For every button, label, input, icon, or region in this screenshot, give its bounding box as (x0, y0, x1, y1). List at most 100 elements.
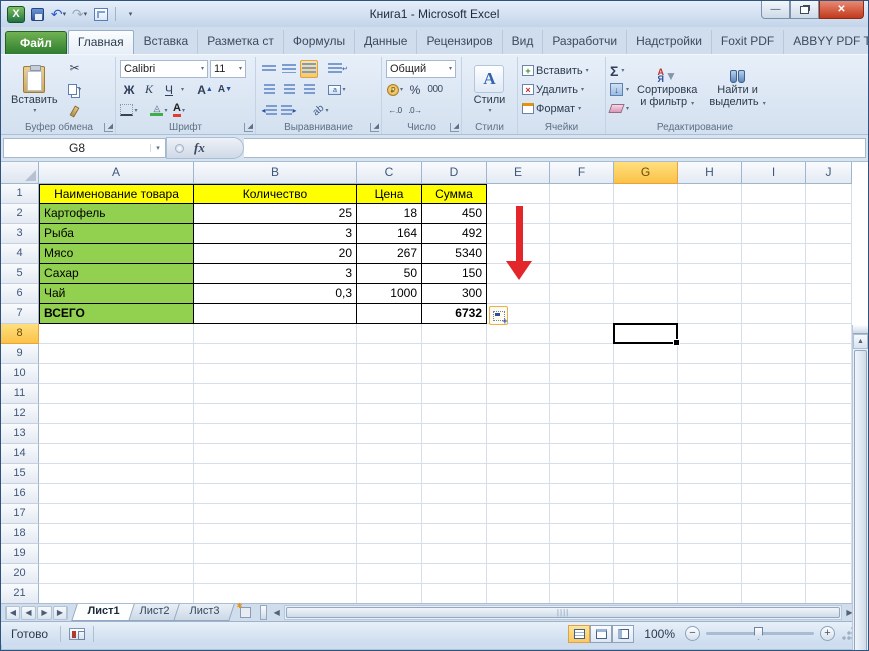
cell-I8[interactable] (742, 324, 806, 344)
number-dialog-launcher[interactable]: ◢ (450, 123, 459, 132)
cell-C21[interactable] (357, 584, 422, 603)
cell-E9[interactable] (487, 344, 550, 364)
column-header-B[interactable]: B (194, 162, 357, 184)
cell-J15[interactable] (806, 464, 852, 484)
cell-E11[interactable] (487, 384, 550, 404)
cell-D3[interactable]: 492 (422, 224, 487, 244)
cell-A16[interactable] (39, 484, 194, 504)
cell-A4[interactable]: Мясо (39, 244, 194, 264)
cell-A19[interactable] (39, 544, 194, 564)
cell-D20[interactable] (422, 564, 487, 584)
page-break-view-button[interactable] (612, 624, 635, 643)
selected-cell-outline[interactable] (613, 323, 680, 346)
cell-D7[interactable]: 6732 (422, 304, 487, 324)
row-header-10[interactable]: 10 (1, 364, 39, 384)
cell-I5[interactable] (742, 264, 806, 284)
cell-C20[interactable] (357, 564, 422, 584)
formula-input[interactable] (244, 138, 866, 158)
cell-A11[interactable] (39, 384, 194, 404)
cell-F4[interactable] (550, 244, 614, 264)
column-header-C[interactable]: C (357, 162, 422, 184)
cell-B4[interactable]: 20 (194, 244, 357, 264)
cell-A15[interactable] (39, 464, 194, 484)
cell-F21[interactable] (550, 584, 614, 603)
cell-G4[interactable] (614, 244, 678, 264)
cell-J1[interactable] (806, 184, 852, 204)
cell-G1[interactable] (614, 184, 678, 204)
cell-G15[interactable] (614, 464, 678, 484)
cell-C5[interactable]: 50 (357, 264, 422, 284)
cell-I9[interactable] (742, 344, 806, 364)
row-header-17[interactable]: 17 (1, 504, 39, 524)
cell-H10[interactable] (678, 364, 742, 384)
cell-G16[interactable] (614, 484, 678, 504)
cell-C7[interactable] (357, 304, 422, 324)
cell-F3[interactable] (550, 224, 614, 244)
delete-cells-button[interactable]: × Удалить ▾ (522, 82, 601, 98)
merge-center-button[interactable]: a ▾ (328, 81, 346, 99)
tab-ABBYY PDF T[interactable]: ABBYY PDF T (784, 30, 868, 54)
cell-E19[interactable] (487, 544, 550, 564)
alignment-dialog-launcher[interactable]: ◢ (370, 123, 379, 132)
cell-D10[interactable] (422, 364, 487, 384)
cell-D21[interactable] (422, 584, 487, 603)
horizontal-scrollbar[interactable]: |||| (284, 605, 842, 620)
row-header-11[interactable]: 11 (1, 384, 39, 404)
bold-button[interactable]: Ж (120, 81, 138, 99)
number-format-combo[interactable]: Общий ▾ (386, 59, 456, 78)
cell-F20[interactable] (550, 564, 614, 584)
cell-C18[interactable] (357, 524, 422, 544)
cell-G12[interactable] (614, 404, 678, 424)
cell-D9[interactable] (422, 344, 487, 364)
cell-A6[interactable]: Чай (39, 284, 194, 304)
cell-B13[interactable] (194, 424, 357, 444)
cell-J11[interactable] (806, 384, 852, 404)
cell-A18[interactable] (39, 524, 194, 544)
cell-C12[interactable] (357, 404, 422, 424)
cell-H9[interactable] (678, 344, 742, 364)
cell-A21[interactable] (39, 584, 194, 603)
horizontal-scroll-thumb[interactable]: |||| (286, 607, 840, 618)
cell-F15[interactable] (550, 464, 614, 484)
cell-H12[interactable] (678, 404, 742, 424)
cell-B19[interactable] (194, 544, 357, 564)
scroll-up-icon[interactable]: ▲ (853, 334, 868, 349)
page-layout-view-button[interactable] (590, 624, 613, 643)
tab-Формулы[interactable]: Формулы (284, 30, 356, 54)
vertical-scrollbar[interactable]: ▲ ▼ (852, 325, 868, 650)
cell-E8[interactable] (487, 324, 550, 344)
row-header-21[interactable]: 21 (1, 584, 39, 603)
cell-F5[interactable] (550, 264, 614, 284)
cell-J20[interactable] (806, 564, 852, 584)
insert-sheet-button[interactable] (232, 602, 258, 621)
font-dialog-launcher[interactable]: ◢ (244, 123, 253, 132)
cell-J14[interactable] (806, 444, 852, 464)
cell-B9[interactable] (194, 344, 357, 364)
percent-style-button[interactable]: % (406, 81, 424, 99)
cell-C4[interactable]: 267 (357, 244, 422, 264)
grow-font-button[interactable]: А ▲ (196, 81, 214, 99)
underline-dropdown-icon[interactable]: ▾ (181, 86, 184, 93)
row-header-7[interactable]: 7 (1, 304, 39, 324)
row-header-20[interactable]: 20 (1, 564, 39, 584)
cell-I21[interactable] (742, 584, 806, 603)
redo-button[interactable]: ↷ ▾ (71, 6, 88, 23)
font-name-combo[interactable]: Calibri ▾ (120, 59, 208, 78)
cell-B11[interactable] (194, 384, 357, 404)
insert-cells-button[interactable]: + Вставить ▾ (522, 63, 601, 79)
cell-A2[interactable]: Картофель (39, 204, 194, 224)
row-header-2[interactable]: 2 (1, 204, 39, 224)
column-header-I[interactable]: I (742, 162, 806, 184)
tab-Вставка[interactable]: Вставка (135, 30, 199, 54)
cell-H6[interactable] (678, 284, 742, 304)
cell-B10[interactable] (194, 364, 357, 384)
accounting-format-button[interactable]: ₽ ▾ (386, 81, 404, 99)
cell-J8[interactable] (806, 324, 852, 344)
paste-button[interactable]: Вставить ▾ (7, 59, 62, 120)
cell-G6[interactable] (614, 284, 678, 304)
orientation-button[interactable]: ab ▾ (311, 101, 330, 119)
cell-I12[interactable] (742, 404, 806, 424)
cell-J17[interactable] (806, 504, 852, 524)
cell-H7[interactable] (678, 304, 742, 324)
cell-D6[interactable]: 300 (422, 284, 487, 304)
